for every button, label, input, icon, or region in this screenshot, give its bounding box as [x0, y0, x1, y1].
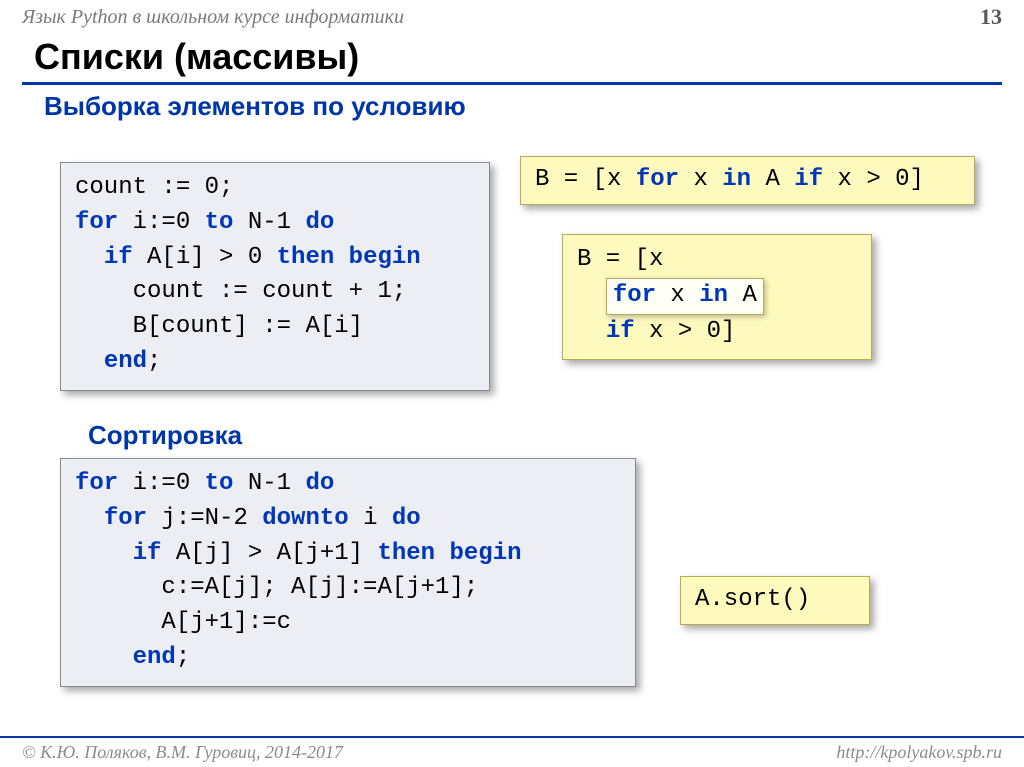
page-number: 13 [980, 4, 1002, 30]
slide-title: Списки (массивы) [34, 36, 1024, 78]
footer-copyright: © К.Ю. Поляков, В.М. Гуровиц, 2014-2017 [22, 742, 343, 763]
python-filter-multiline: B = [x for x in A if x > 0] [562, 234, 872, 360]
footer-url: http://kpolyakov.spb.ru [836, 742, 1002, 763]
course-name: Язык Python в школьном курсе информатики [22, 6, 404, 29]
python-sort-code: A.sort() [680, 576, 870, 625]
python-filter-oneliner: B = [x for x in A if x > 0] [520, 156, 975, 205]
section-filter-title: Выборка элементов по условию [44, 91, 1024, 122]
section-sort-title: Сортировка [88, 420, 242, 451]
inner-highlight-box: for x in A [606, 278, 764, 315]
pascal-sort-code: for i:=0 to N-1 do for j:=N-2 downto i d… [60, 458, 636, 687]
pascal-filter-code: count := 0; for i:=0 to N-1 do if A[i] >… [60, 162, 490, 391]
title-underline [22, 82, 1002, 85]
